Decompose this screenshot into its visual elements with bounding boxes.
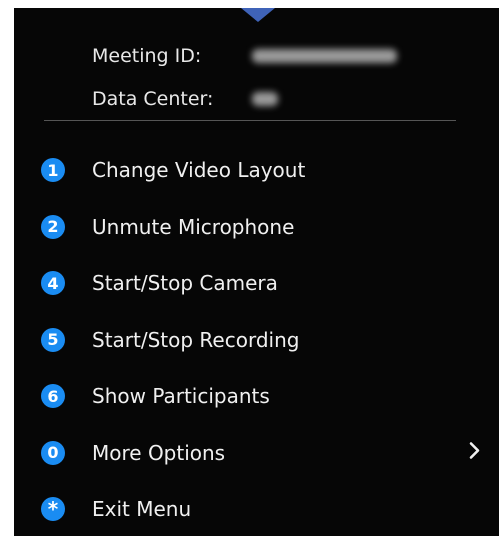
menu-item-label: Change Video Layout <box>92 158 306 183</box>
menu-item-start-stop-recording[interactable]: 5 Start/Stop Recording <box>41 312 481 369</box>
meeting-id-label: Meeting ID: <box>92 44 202 67</box>
meeting-id-value-redacted <box>252 48 397 63</box>
pointer-arrow-icon <box>241 8 275 22</box>
menu-item-show-participants[interactable]: 6 Show Participants <box>41 368 481 425</box>
key-badge: 0 <box>41 440 65 465</box>
key-badge: 4 <box>41 271 65 296</box>
key-badge: * <box>41 497 65 522</box>
key-badge: 2 <box>41 214 65 239</box>
meeting-info: Meeting ID: Data Center: <box>92 34 397 120</box>
chevron-right-icon <box>469 441 481 464</box>
data-center-row: Data Center: <box>92 77 397 120</box>
menu-item-start-stop-camera[interactable]: 4 Start/Stop Camera <box>41 255 481 312</box>
meeting-id-row: Meeting ID: <box>92 34 397 77</box>
key-badge: 6 <box>41 384 65 409</box>
menu-item-label: Exit Menu <box>92 497 192 522</box>
menu-item-label: Unmute Microphone <box>92 214 295 239</box>
menu-item-label: Show Participants <box>92 384 270 409</box>
menu-list: 1 Change Video Layout 2 Unmute Microphon… <box>41 142 481 536</box>
menu-item-exit-menu[interactable]: * Exit Menu <box>41 481 481 536</box>
menu-item-unmute-microphone[interactable]: 2 Unmute Microphone <box>41 199 481 256</box>
data-center-value-redacted <box>252 91 278 106</box>
menu-item-label: More Options <box>92 440 226 465</box>
divider <box>44 120 456 121</box>
menu-item-change-video-layout[interactable]: 1 Change Video Layout <box>41 142 481 199</box>
meeting-menu-panel: Meeting ID: Data Center: 1 Change Video … <box>14 8 499 536</box>
key-badge: 1 <box>41 158 65 183</box>
data-center-label: Data Center: <box>92 87 214 110</box>
key-badge: 5 <box>41 327 65 352</box>
menu-item-label: Start/Stop Camera <box>92 271 278 296</box>
menu-item-label: Start/Stop Recording <box>92 327 300 352</box>
menu-item-more-options[interactable]: 0 More Options <box>41 425 481 482</box>
